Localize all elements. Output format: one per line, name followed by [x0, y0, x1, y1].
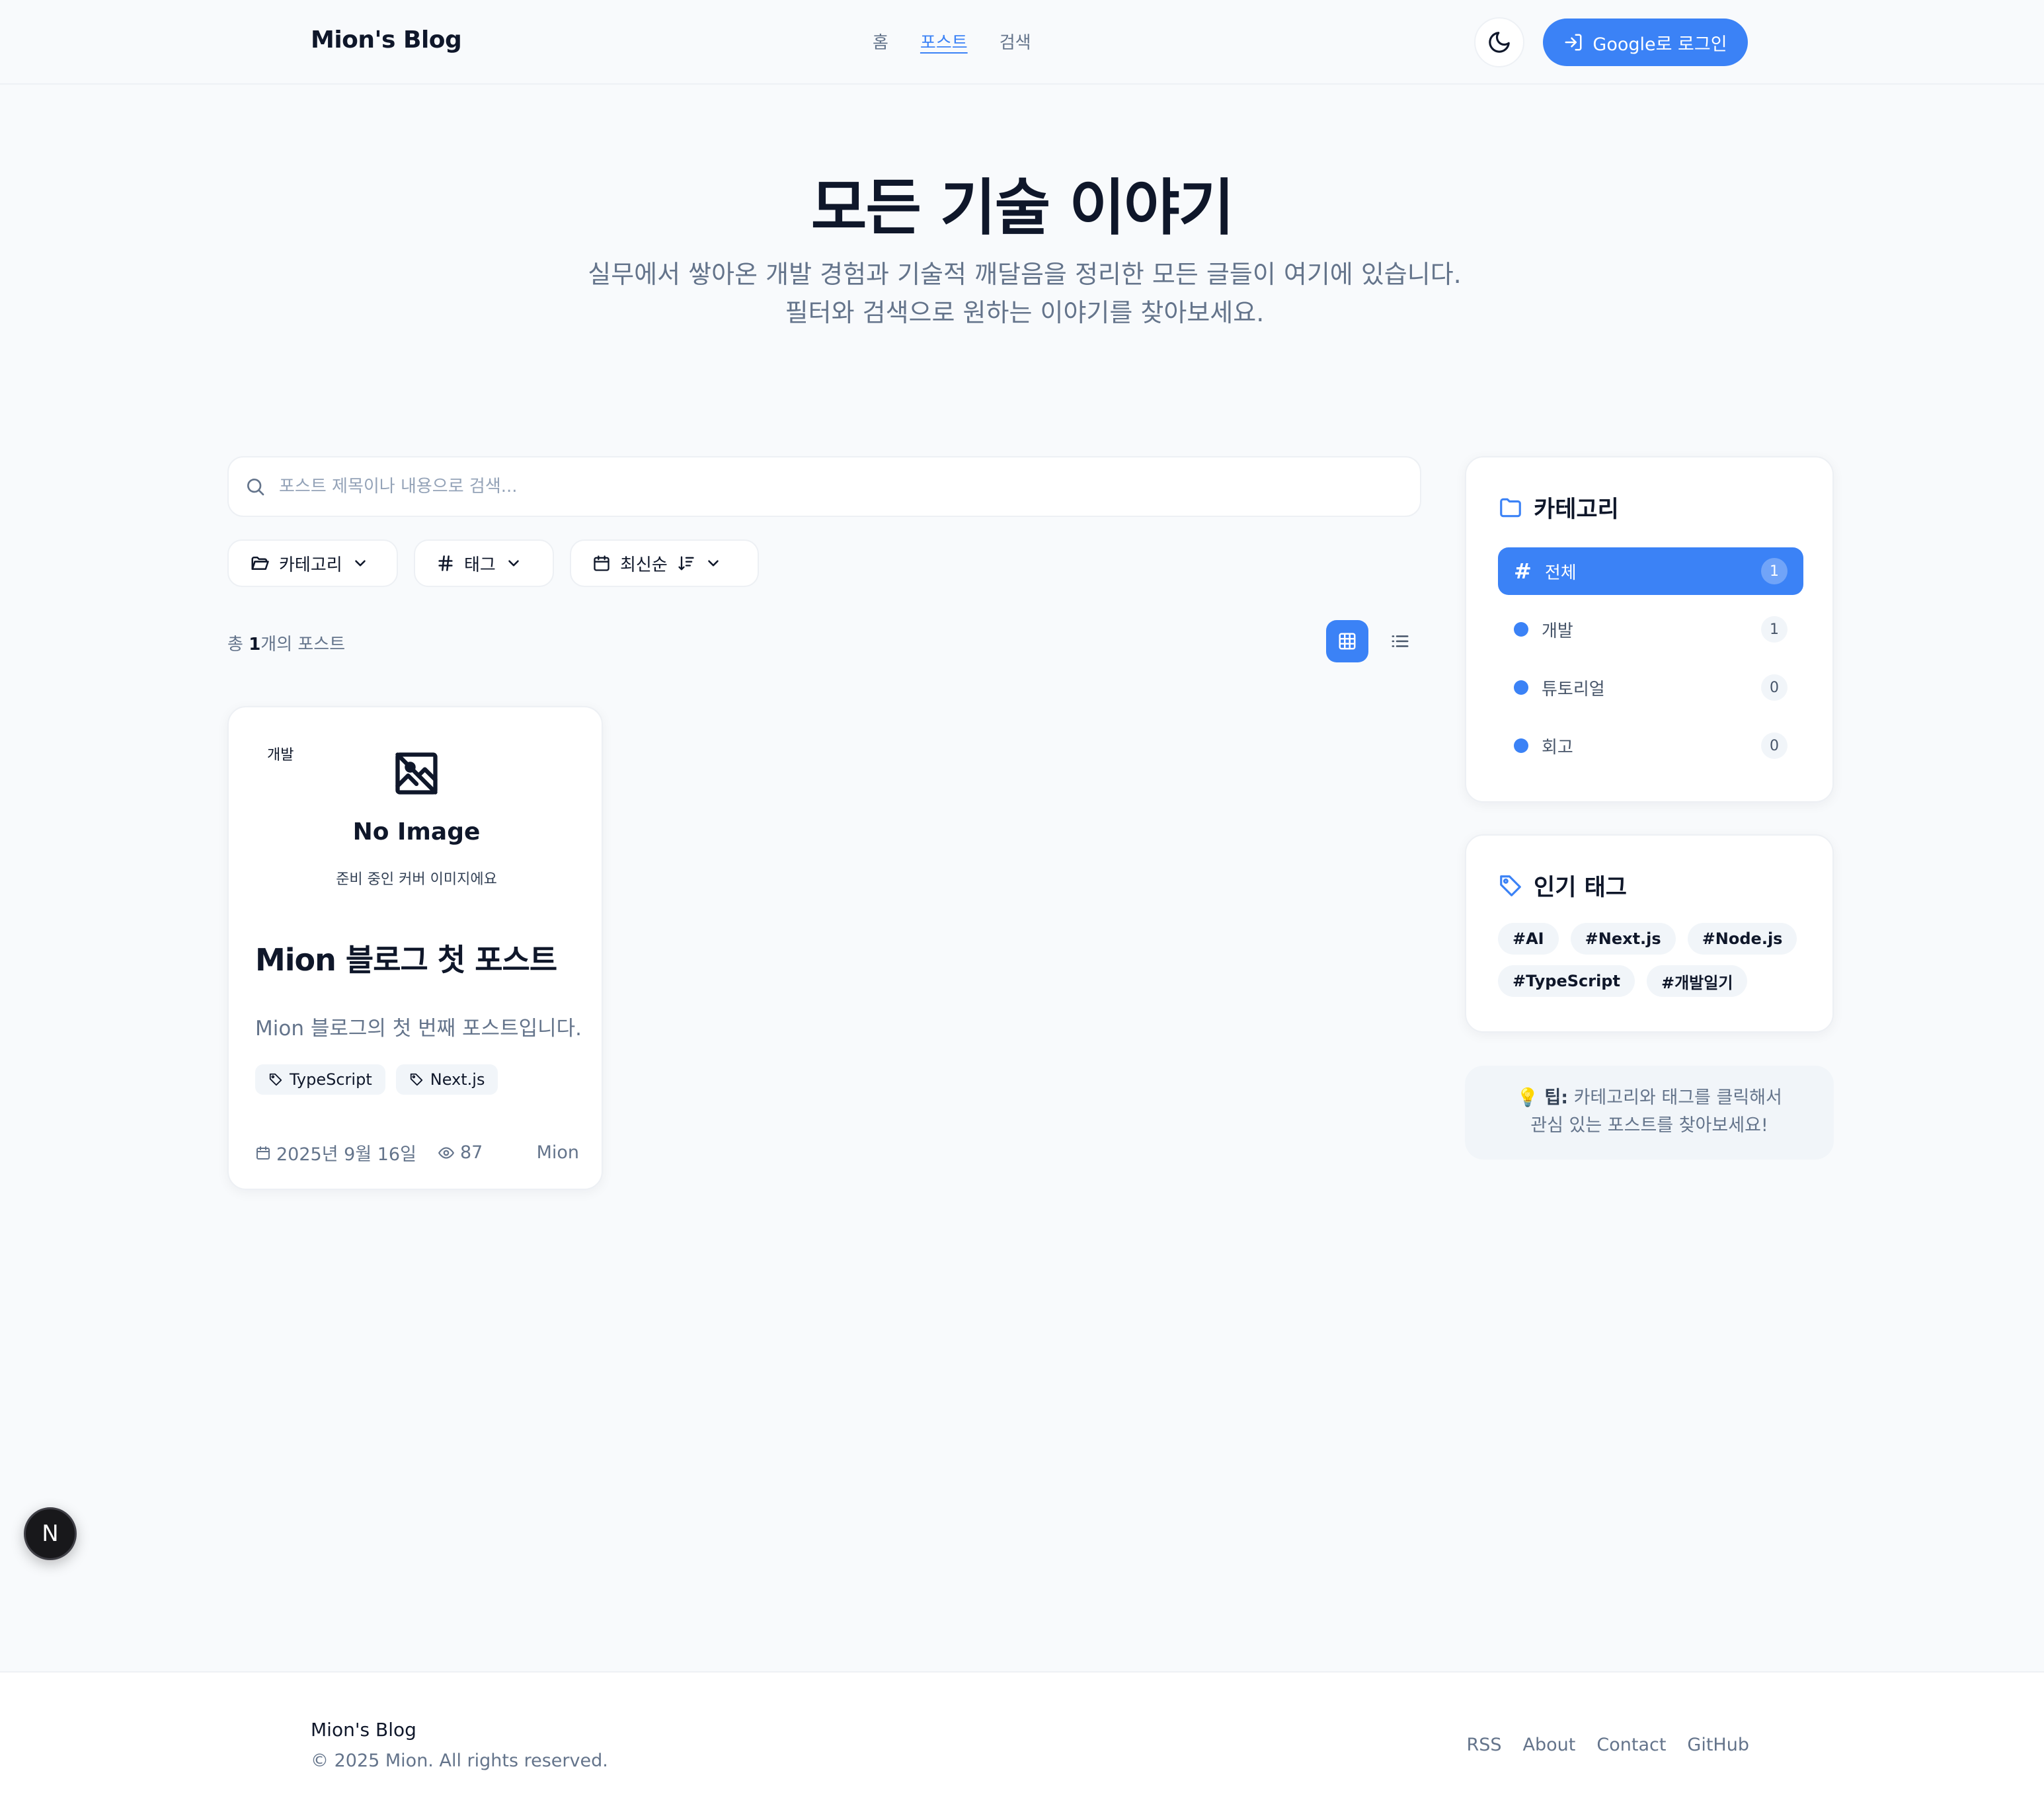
popular-tag[interactable]: #Next.js [1570, 923, 1676, 955]
category-item-dev[interactable]: 개발 1 [1498, 606, 1803, 653]
tip-box: 💡 팁: 카테고리와 태그를 클릭해서 관심 있는 포스트를 찾아보세요! [1465, 1066, 1834, 1160]
dev-tools-button[interactable]: N [24, 1507, 77, 1560]
popular-tag[interactable]: #Node.js [1687, 923, 1797, 955]
post-meta: 2025년 9월 16일 87 Mion [255, 1140, 579, 1165]
folder-icon [1498, 495, 1523, 520]
category-dot [1514, 622, 1528, 637]
hash-icon: # [1514, 559, 1532, 584]
category-count: 0 [1761, 732, 1788, 759]
category-count: 1 [1761, 616, 1788, 643]
post-title[interactable]: Mion 블로그 첫 포스트 [255, 936, 557, 980]
nav-search[interactable]: 검색 [1000, 29, 1031, 54]
site-footer: Mion's Blog © 2025 Mion. All rights rese… [0, 1671, 2044, 1814]
grid-view-button[interactable] [1326, 620, 1368, 662]
post-tags: TypeScript Next.js [255, 1064, 498, 1095]
login-label: Google로 로그인 [1592, 34, 1727, 55]
footer-copyright: © 2025 Mion. All rights reserved. [311, 1751, 608, 1771]
chevron-down-icon [705, 555, 722, 572]
search-input[interactable] [279, 477, 1337, 496]
sort-descending-icon [677, 554, 695, 572]
folder-open-icon [250, 553, 270, 573]
page-subtitle: 실무에서 쌓아온 개발 경험과 기술적 깨달음을 정리한 모든 글들이 여기에 … [588, 260, 1462, 327]
tip-line2: 관심 있는 포스트를 찾아보세요! [1530, 1115, 1768, 1136]
post-views: 87 [438, 1142, 483, 1163]
site-brand[interactable]: Mion's Blog [311, 26, 462, 54]
footer-brand: Mion's Blog [311, 1719, 416, 1741]
post-date: 2025년 9월 16일 [255, 1140, 416, 1165]
tag-filter-label: 태그 [464, 555, 496, 575]
category-panel-title: 카테고리 [1498, 491, 1619, 524]
page-title: 모든 기술 이야기 [810, 173, 1235, 243]
post-count-number: 1 [249, 635, 261, 654]
lightbulb-icon: 💡 [1516, 1087, 1539, 1108]
category-dot [1514, 738, 1528, 753]
moon-icon [1487, 30, 1512, 55]
tag-filter-dropdown[interactable]: 태그 [414, 539, 554, 587]
post-card[interactable]: 개발 No Image 준비 중인 커버 이미지에요 Mion 블로그 첫 포스… [227, 706, 603, 1190]
grid-icon [1337, 631, 1357, 651]
nav-posts[interactable]: 포스트 [920, 29, 968, 54]
category-item-tutorial[interactable]: 튜토리얼 0 [1498, 664, 1803, 711]
footer-link-github[interactable]: GitHub [1687, 1735, 1749, 1755]
category-list: # 전체 1 개발 1 튜토리얼 0 회고 0 [1498, 547, 1803, 780]
category-label: 개발 [1542, 621, 1573, 641]
tip-label: 팁: [1544, 1087, 1568, 1108]
footer-link-contact[interactable]: Contact [1596, 1735, 1666, 1755]
chevron-down-icon [352, 555, 369, 572]
post-tag[interactable]: Next.js [395, 1064, 498, 1095]
main-nav: 홈 포스트 검색 [873, 29, 1031, 54]
footer-link-about[interactable]: About [1523, 1735, 1576, 1755]
post-author: Mion [536, 1142, 579, 1163]
popular-tag[interactable]: #AI [1498, 923, 1559, 955]
login-icon [1563, 32, 1583, 52]
post-count: 총 1개의 포스트 [227, 635, 346, 654]
calendar-icon [592, 554, 611, 572]
eye-icon [438, 1144, 455, 1162]
no-image-title: No Image [352, 818, 481, 846]
search-box [227, 456, 1421, 517]
popular-tag[interactable]: #개발일기 [1646, 965, 1748, 997]
calendar-icon [255, 1145, 271, 1161]
theme-toggle-button[interactable] [1474, 17, 1524, 67]
search-icon [245, 476, 266, 497]
category-label: 전체 [1544, 563, 1577, 583]
category-item-all[interactable]: # 전체 1 [1498, 547, 1803, 595]
popular-tags-title: 인기 태그 [1498, 869, 1627, 902]
google-login-button[interactable]: Google로 로그인 [1543, 19, 1748, 66]
post-tag-label: Next.js [430, 1070, 485, 1089]
chevron-down-icon [505, 555, 522, 572]
top-header: Mion's Blog 홈 포스트 검색 Google로 로그인 [0, 0, 2044, 85]
hash-icon [436, 554, 455, 572]
post-tag-label: TypeScript [290, 1070, 372, 1089]
category-filter-dropdown[interactable]: 카테고리 [227, 539, 398, 587]
sort-label: 최신순 [620, 555, 668, 575]
category-count: 1 [1761, 558, 1788, 584]
category-dot [1514, 680, 1528, 695]
category-filter-label: 카테고리 [279, 555, 342, 575]
category-panel: 카테고리 # 전체 1 개발 1 튜토리얼 0 회고 0 [1465, 456, 1834, 803]
nav-home[interactable]: 홈 [873, 29, 888, 54]
sort-dropdown[interactable]: 최신순 [570, 539, 759, 587]
category-label: 회고 [1542, 737, 1573, 758]
popular-tag[interactable]: #TypeScript [1498, 965, 1635, 997]
category-label: 튜토리얼 [1542, 679, 1605, 699]
image-off-icon [391, 748, 442, 799]
list-view-button[interactable] [1379, 620, 1421, 662]
tip-line1: 카테고리와 태그를 클릭해서 [1573, 1087, 1782, 1108]
tag-icon [1498, 873, 1523, 898]
post-excerpt: Mion 블로그의 첫 번째 포스트입니다. [255, 1017, 582, 1041]
no-image-subtitle: 준비 중인 커버 이미지에요 [336, 871, 497, 888]
tag-cloud: #AI #Next.js #Node.js #TypeScript #개발일기 [1498, 923, 1809, 997]
category-item-retro[interactable]: 회고 0 [1498, 722, 1803, 769]
tag-icon [409, 1072, 424, 1087]
post-tag[interactable]: TypeScript [255, 1064, 385, 1095]
footer-links: RSS About Contact GitHub [1467, 1735, 1750, 1755]
post-category: 개발 [267, 747, 294, 764]
list-icon [1390, 631, 1410, 651]
popular-tags-panel: 인기 태그 #AI #Next.js #Node.js #TypeScript … [1465, 834, 1834, 1033]
footer-link-rss[interactable]: RSS [1467, 1735, 1502, 1755]
tag-icon [268, 1072, 283, 1087]
category-count: 0 [1761, 674, 1788, 701]
